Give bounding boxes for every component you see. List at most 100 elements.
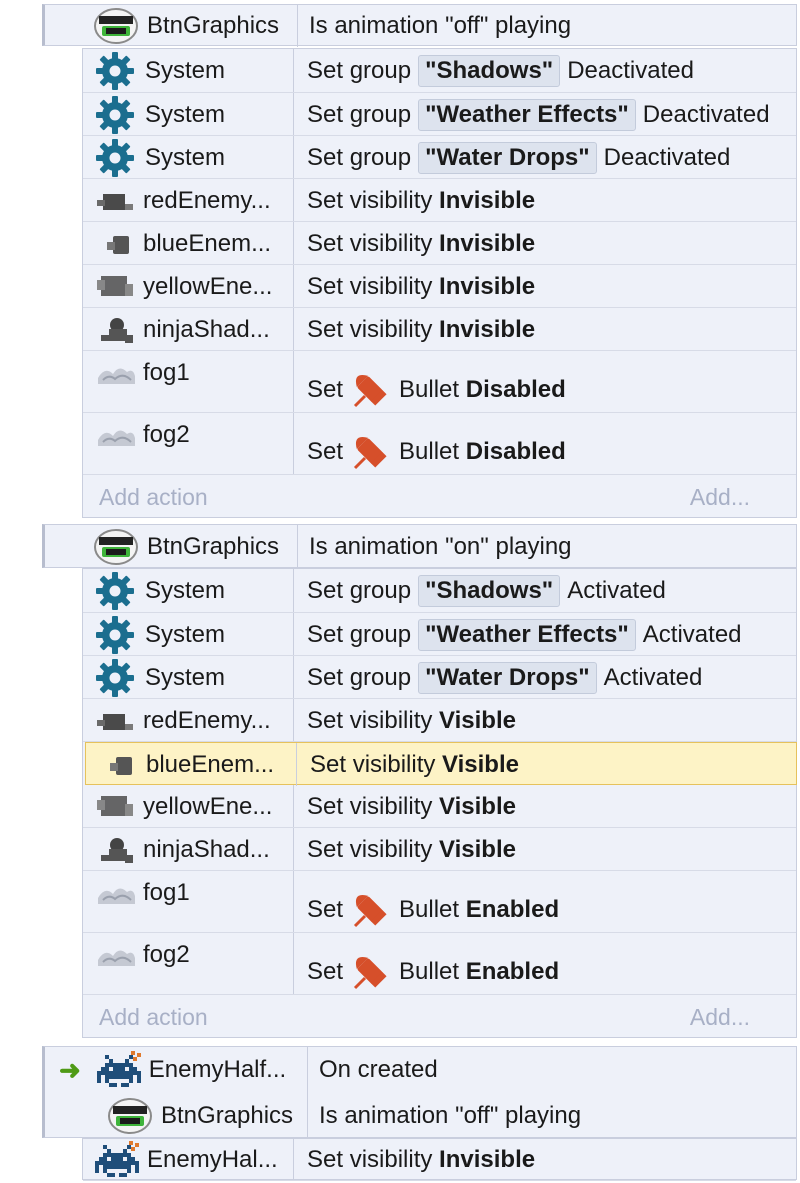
action-row[interactable]: yellowEne... Set visibility Invisible <box>83 265 796 308</box>
group-name-badge[interactable]: "Weather Effects" <box>418 98 636 131</box>
group-state: Deactivated <box>642 100 770 128</box>
action-object-cell[interactable]: System <box>95 569 291 613</box>
column-divider <box>293 1139 294 1181</box>
action-object-cell[interactable]: fog1 <box>95 871 291 915</box>
action-row[interactable]: ninjaShad... Set visibility Invisible <box>83 308 796 351</box>
action-row[interactable]: fog2 Set Bullet Disabled <box>83 413 796 475</box>
action-row[interactable]: fog2 Set Bullet Enabled <box>83 933 796 995</box>
fog-sprite-icon <box>98 950 135 966</box>
action-text[interactable]: Set group "Shadows" Activated <box>307 569 666 613</box>
visibility-value: Invisible <box>439 1146 536 1173</box>
condition-text[interactable]: Is animation "on" playing <box>309 525 572 569</box>
action-object-cell[interactable]: blueEnem... <box>98 743 294 786</box>
behavior-state: Disabled <box>465 438 566 465</box>
action-object-name: System <box>145 663 226 691</box>
action-text[interactable]: Set group "Shadows" Deactivated <box>307 49 694 93</box>
action-object-cell[interactable]: System <box>95 49 291 93</box>
action-object-name: System <box>145 577 226 604</box>
add-menu-link[interactable]: Add... <box>690 1004 750 1031</box>
action-object-cell[interactable]: ninjaShad... <box>95 308 291 351</box>
add-menu-link[interactable]: Add... <box>690 484 750 511</box>
action-text[interactable]: Set group "Weather Effects" Activated <box>307 613 742 656</box>
action-object-cell[interactable]: ninjaShad... <box>95 828 291 871</box>
action-object-name: yellowEne... <box>143 272 273 300</box>
action-text[interactable]: Set visibility Visible <box>310 743 519 786</box>
condition-object-cell[interactable]: ➜ EnemyHalf... <box>59 1047 307 1093</box>
behavior-name: Bullet <box>399 438 460 465</box>
action-object-cell[interactable]: redEnemy... <box>95 179 291 222</box>
action-row[interactable]: System Set group "Weather Effects" Deactiva… <box>83 93 796 136</box>
action-row[interactable]: yellowEne... Set visibility Visible <box>83 785 796 828</box>
action-text[interactable]: Set visibility Visible <box>307 785 516 828</box>
action-text[interactable]: Set group "Water Drops" Deactivated <box>307 136 730 179</box>
column-divider <box>293 828 294 871</box>
action-object-cell[interactable]: fog2 <box>95 413 291 457</box>
visibility-value: Invisible <box>439 272 536 300</box>
action-text[interactable]: Set visibility Invisible <box>307 308 535 351</box>
action-row[interactable]: System Set group "Shadows" Deactivated <box>83 49 796 93</box>
action-text[interactable]: Set Bullet Disabled <box>307 423 566 481</box>
condition-block[interactable]: BtnGraphics Is animation "on" playing <box>42 524 797 569</box>
group-name-badge[interactable]: "Shadows" <box>418 55 561 87</box>
condition-object-cell[interactable]: BtnGraphics <box>59 1093 307 1139</box>
action-object-cell[interactable]: fog2 <box>95 933 291 977</box>
action-text[interactable]: Set visibility Invisible <box>307 265 535 308</box>
add-action-link[interactable]: Add action <box>99 1004 208 1031</box>
add-action-link[interactable]: Add action <box>99 484 208 511</box>
group-name-badge[interactable]: "Water Drops" <box>418 661 597 694</box>
action-row[interactable]: blueEnem... Set visibility Visible <box>85 742 797 786</box>
group-state: Activated <box>642 620 742 648</box>
condition-text[interactable]: Is animation "off" playing <box>309 5 571 47</box>
action-row[interactable]: EnemyHal... Set visibility Invisible <box>83 1139 796 1181</box>
column-divider <box>293 871 294 933</box>
group-name-badge[interactable]: "Water Drops" <box>418 141 597 174</box>
column-divider <box>293 136 294 179</box>
action-object-cell[interactable]: fog1 <box>95 351 291 395</box>
condition-object-cell[interactable]: BtnGraphics <box>93 525 297 569</box>
condition-object-cell[interactable]: BtnGraphics <box>93 5 297 47</box>
action-row[interactable]: ninjaShad... Set visibility Visible <box>83 828 796 871</box>
action-object-cell[interactable]: System <box>95 93 291 136</box>
condition-block[interactable]: ➜ EnemyHalf... On created BtnGraphics Is an… <box>42 1046 797 1139</box>
action-text[interactable]: Set visibility Invisible <box>307 222 535 265</box>
action-row[interactable]: System Set group "Water Drops" Deactivated <box>83 136 796 179</box>
action-text[interactable]: Set visibility Visible <box>307 828 516 871</box>
action-text[interactable]: Set group "Weather Effects" Deactivated <box>307 93 770 136</box>
action-text[interactable]: Set Bullet Disabled <box>307 361 566 419</box>
action-object-name: ninjaShad... <box>143 835 270 863</box>
action-verb: Set <box>307 376 344 403</box>
action-object-cell[interactable]: System <box>95 656 291 699</box>
group-name-badge[interactable]: "Weather Effects" <box>418 618 636 651</box>
condition-text[interactable]: Is animation "off" playing <box>319 1093 581 1139</box>
action-text[interactable]: Set visibility Visible <box>307 699 516 742</box>
visibility-value: Visible <box>439 835 516 863</box>
action-object-cell[interactable]: System <box>95 136 291 179</box>
action-object-cell[interactable]: System <box>95 613 291 656</box>
red-enemy-sprite-icon <box>97 713 133 730</box>
action-text[interactable]: Set Bullet Enabled <box>307 943 559 1001</box>
action-text[interactable]: Set group "Water Drops" Activated <box>307 656 702 699</box>
action-row[interactable]: System Set group "Water Drops" Activated <box>83 656 796 699</box>
action-object-cell[interactable]: yellowEne... <box>95 785 291 828</box>
action-verb: Set group <box>307 663 412 691</box>
action-object-name: ninjaShad... <box>143 315 270 343</box>
action-row[interactable]: System Set group "Shadows" Activated <box>83 569 796 613</box>
action-row[interactable]: blueEnem... Set visibility Invisible <box>83 222 796 265</box>
action-object-name: fog1 <box>143 879 190 906</box>
action-object-cell[interactable]: redEnemy... <box>95 699 291 742</box>
action-object-cell[interactable]: yellowEne... <box>95 265 291 308</box>
group-name-badge[interactable]: "Shadows" <box>418 575 561 607</box>
action-text[interactable]: Set visibility Invisible <box>307 1139 535 1181</box>
condition-text[interactable]: On created <box>319 1047 438 1093</box>
action-row[interactable]: redEnemy... Set visibility Invisible <box>83 179 796 222</box>
action-verb: Set visibility <box>307 229 433 257</box>
condition-block[interactable]: BtnGraphics Is animation "off" playing <box>42 4 797 47</box>
action-row[interactable]: fog1 Set Bullet Disabled <box>83 351 796 413</box>
action-row[interactable]: redEnemy... Set visibility Visible <box>83 699 796 742</box>
action-row[interactable]: fog1 Set Bullet Enabled <box>83 871 796 933</box>
action-object-cell[interactable]: blueEnem... <box>95 222 291 265</box>
action-object-cell[interactable]: EnemyHal... <box>95 1139 291 1181</box>
action-text[interactable]: Set visibility Invisible <box>307 179 535 222</box>
action-row[interactable]: System Set group "Weather Effects" Activate… <box>83 613 796 656</box>
action-text[interactable]: Set Bullet Enabled <box>307 881 559 939</box>
